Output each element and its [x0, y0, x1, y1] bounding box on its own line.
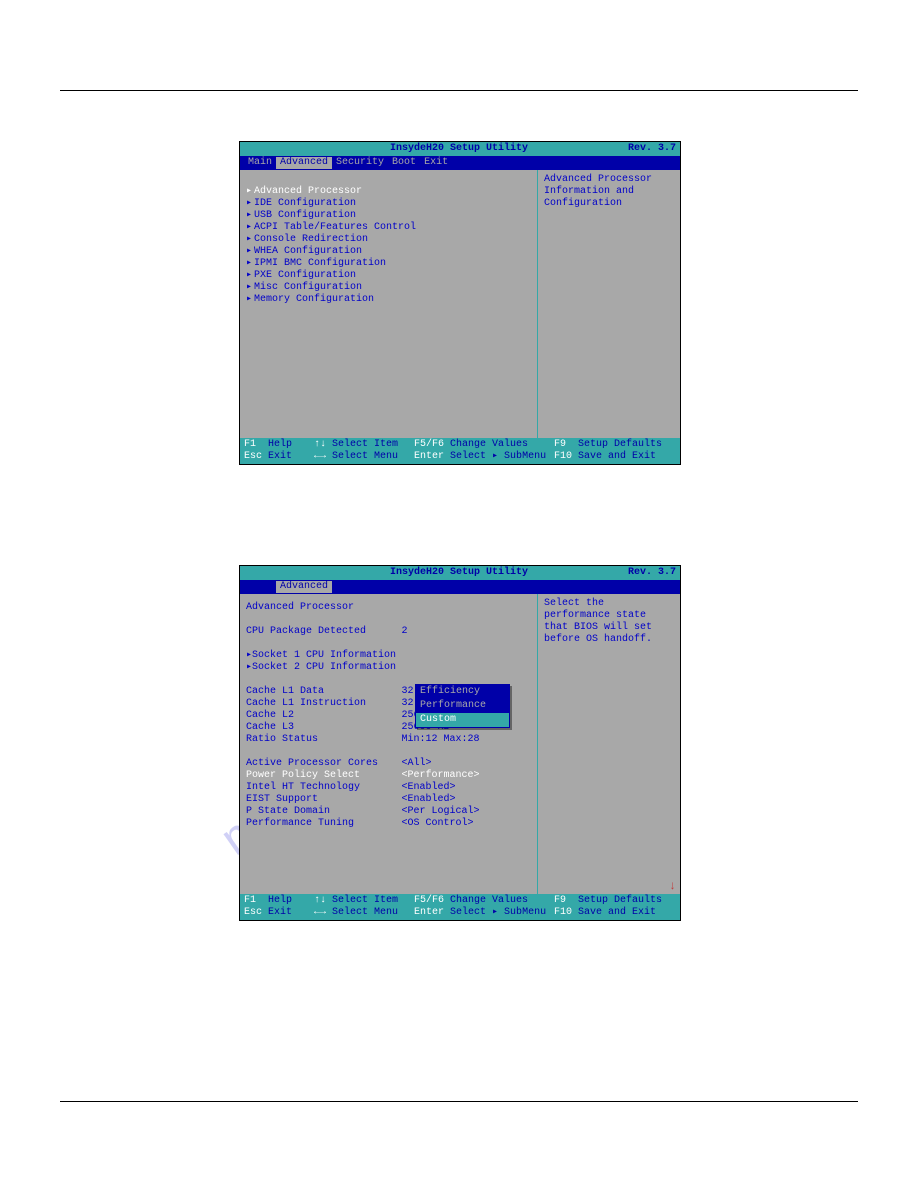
cache-l3-label: Cache L3: [246, 722, 401, 734]
menu-item-memory[interactable]: ▸Memory Configuration: [246, 294, 531, 306]
title-bar: x InsydeH20 Setup Utility Rev. 3.7: [240, 142, 680, 156]
setting-pstate[interactable]: P State Domain<Per Logical>: [246, 806, 531, 818]
cpu-pkg-value: 2: [401, 626, 531, 638]
cache-l2-label: Cache L2: [246, 710, 401, 722]
tab-main[interactable]: Main: [244, 157, 276, 169]
utility-title-2: InsydeH20 Setup Utility: [239, 567, 679, 579]
tab-security[interactable]: Security: [332, 157, 388, 169]
menu-item-usb-config[interactable]: ▸USB Configuration: [246, 210, 531, 222]
ratio-status-value: Min:12 Max:28: [401, 734, 531, 746]
tab-row-2: MainAdvanced: [240, 580, 680, 594]
tab-boot[interactable]: Boot: [388, 157, 420, 169]
menu-item-whea[interactable]: ▸WHEA Configuration: [246, 246, 531, 258]
menu-item-misc[interactable]: ▸Misc Configuration: [246, 282, 531, 294]
utility-title: InsydeH20 Setup Utility: [239, 143, 679, 155]
help-bar-2: F1 Help ↑↓ Select Item F5/F6 Change Valu…: [240, 894, 680, 920]
title-bar-2: x InsydeH20 Setup Utility Rev. 3.7: [240, 566, 680, 580]
menu-item-ipmi[interactable]: ▸IPMI BMC Configuration: [246, 258, 531, 270]
power-policy-popup: Efficiency Performance Custom: [415, 684, 510, 728]
popup-option-efficiency[interactable]: Efficiency: [416, 685, 509, 699]
tab-advanced[interactable]: Advanced: [276, 157, 332, 169]
scroll-down-icon: ↓: [669, 880, 676, 892]
help-text-2: Select the performance state that BIOS w…: [544, 598, 674, 646]
advanced-menu-list: ▸Advanced Processor ▸IDE Configuration ▸…: [240, 170, 538, 438]
cache-l1i-label: Cache L1 Instruction: [246, 698, 401, 710]
help-text: Advanced Processor Information and Confi…: [544, 174, 674, 210]
tab-exit[interactable]: Exit: [420, 157, 452, 169]
setting-ht[interactable]: Intel HT Technology<Enabled>: [246, 782, 531, 794]
menu-item-advanced-processor[interactable]: ▸Advanced Processor: [246, 186, 531, 198]
menu-item-acpi[interactable]: ▸ACPI Table/Features Control: [246, 222, 531, 234]
help-text-pane-2: Select the performance state that BIOS w…: [538, 594, 680, 894]
popup-option-performance[interactable]: Performance: [416, 699, 509, 713]
section-heading: Advanced Processor: [246, 602, 531, 614]
menu-item-ide-config[interactable]: ▸IDE Configuration: [246, 198, 531, 210]
tab-row: MainAdvancedSecurityBootExit: [240, 156, 680, 170]
setting-eist[interactable]: EIST Support<Enabled>: [246, 794, 531, 806]
ratio-status-label: Ratio Status: [246, 734, 401, 746]
bios-screenshot-1: x InsydeH20 Setup Utility Rev. 3.7 MainA…: [239, 141, 679, 465]
tab-advanced-2[interactable]: Advanced: [276, 581, 332, 593]
submenu-socket1[interactable]: ▸Socket 1 CPU Information: [246, 650, 531, 662]
popup-option-custom[interactable]: Custom: [416, 713, 509, 727]
cpu-pkg-label: CPU Package Detected: [246, 626, 401, 638]
submenu-socket2[interactable]: ▸Socket 2 CPU Information: [246, 662, 531, 674]
menu-item-console-redir[interactable]: ▸Console Redirection: [246, 234, 531, 246]
setting-active-cores[interactable]: Active Processor Cores<All>: [246, 758, 531, 770]
setting-power-policy[interactable]: Power Policy Select<Performance>: [246, 770, 531, 782]
setting-perf-tuning[interactable]: Performance Tuning<OS Control>: [246, 818, 531, 830]
help-bar: F1 Help ↑↓ Select Item F5/F6 Change Valu…: [240, 438, 680, 464]
help-text-pane: Advanced Processor Information and Confi…: [538, 170, 680, 438]
menu-item-pxe[interactable]: ▸PXE Configuration: [246, 270, 531, 282]
advanced-processor-pane: Advanced Processor CPU Package Detected2…: [240, 594, 538, 894]
cache-l1d-label: Cache L1 Data: [246, 686, 401, 698]
bios-screenshot-2: x InsydeH20 Setup Utility Rev. 3.7 MainA…: [239, 565, 679, 921]
